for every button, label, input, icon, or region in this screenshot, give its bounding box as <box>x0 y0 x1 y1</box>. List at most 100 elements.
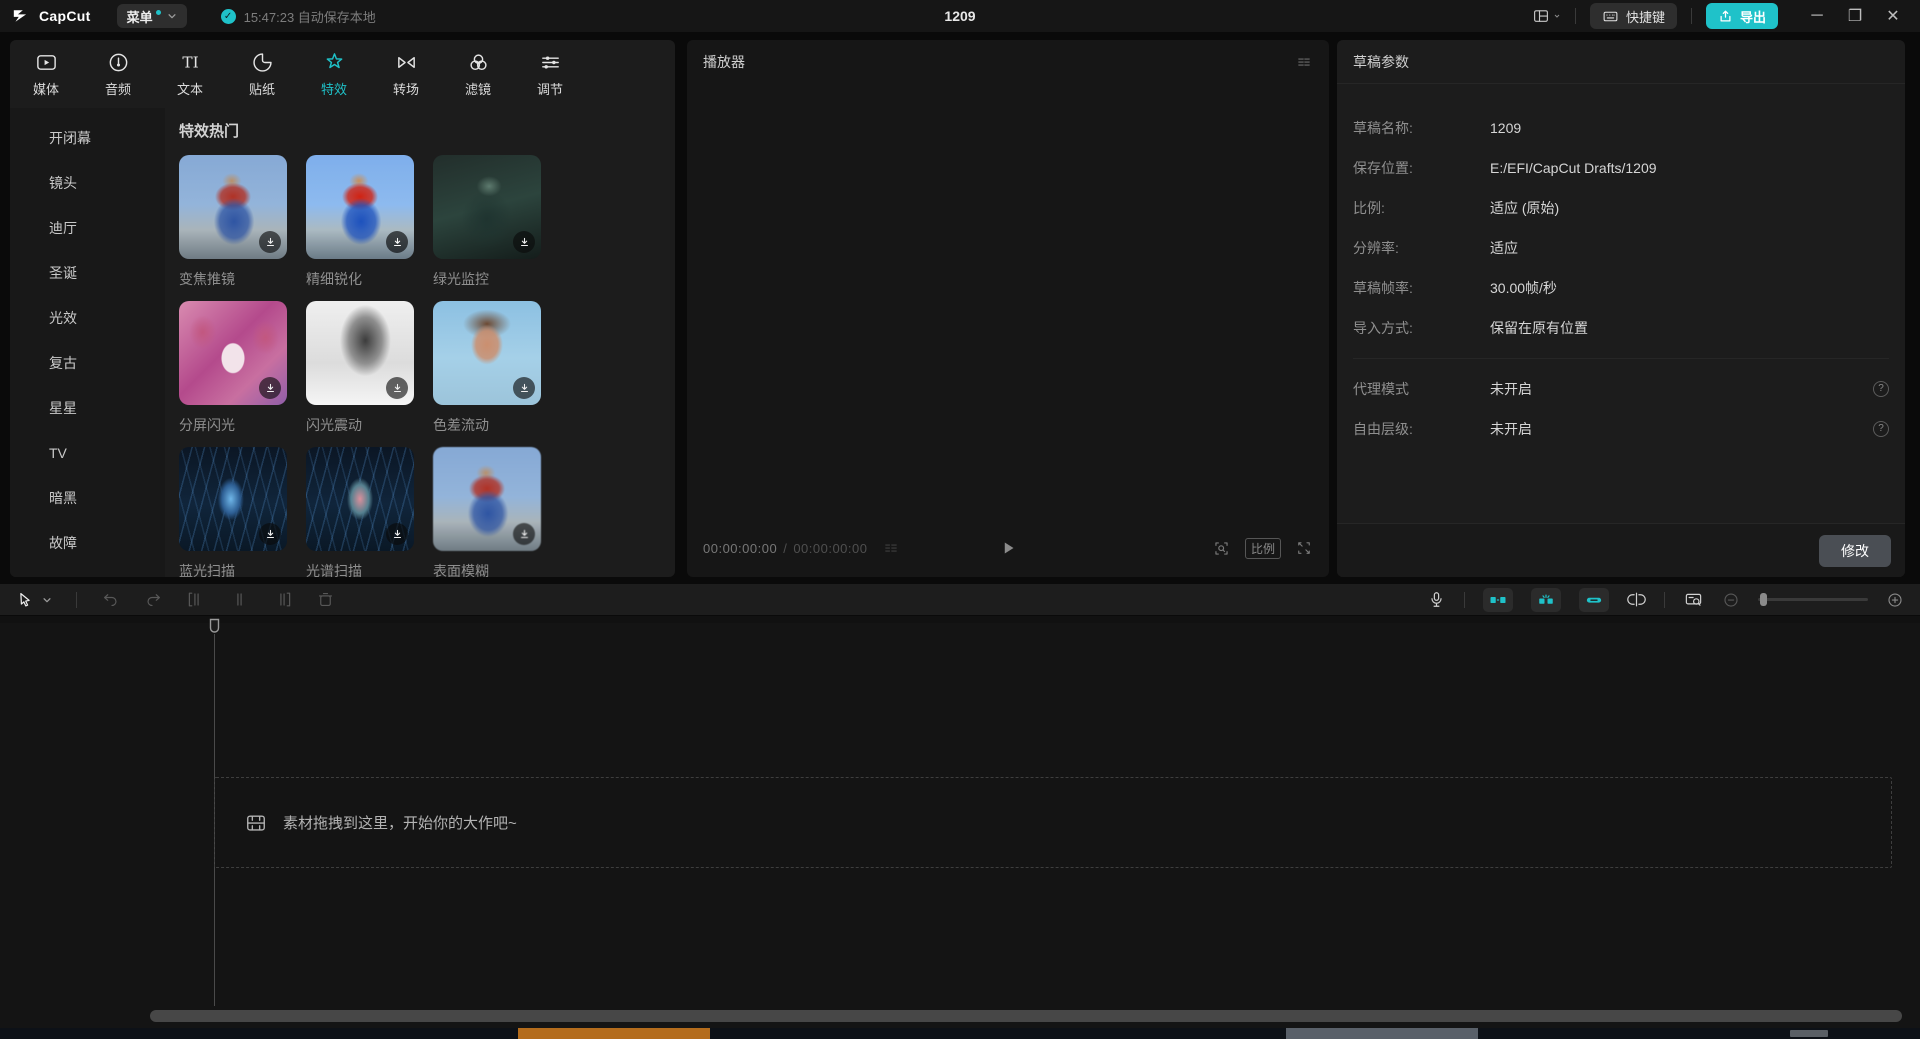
menu-label: 菜单 <box>127 7 153 26</box>
export-button[interactable]: 导出 <box>1706 3 1778 29</box>
mirror-clip-icon[interactable] <box>1627 590 1646 609</box>
shortcut-button[interactable]: 快捷键 <box>1590 3 1677 29</box>
download-icon[interactable] <box>513 377 535 399</box>
tab-transition[interactable]: 转场 <box>374 40 438 108</box>
download-icon[interactable] <box>386 377 408 399</box>
player-controls: 00:00:00:00 / 00:00:00:00 比例 <box>703 535 1313 561</box>
effect-card[interactable]: 精细锐化 <box>306 155 414 301</box>
effect-label: 精细锐化 <box>306 269 414 289</box>
tab-media[interactable]: 媒体 <box>14 40 78 108</box>
redo-button[interactable] <box>144 590 163 609</box>
horizontal-scrollbar[interactable] <box>150 1010 1902 1022</box>
linkage-toggle[interactable] <box>1531 588 1561 612</box>
effect-thumbnail[interactable] <box>433 155 541 259</box>
minimize-button[interactable]: ─ <box>1800 1 1834 31</box>
effect-thumbnail[interactable] <box>433 447 541 551</box>
tab-audio[interactable]: 音频 <box>86 40 150 108</box>
shortcut-label: 快捷键 <box>1626 7 1665 26</box>
effect-thumbnail[interactable] <box>179 447 287 551</box>
download-icon[interactable] <box>259 523 281 545</box>
cursor-mode-chevron-icon[interactable] <box>42 595 52 605</box>
draft-field-row: 保存位置: E:/EFI/CapCut Drafts/1209 <box>1353 148 1889 188</box>
timeline[interactable]: 素材拖拽到这里，开始你的大作吧~ <box>0 616 1920 1028</box>
effect-card[interactable]: 光谱扫描 <box>306 447 414 577</box>
effects-area: 特效热门 变焦推镜 <box>165 108 675 577</box>
keyboard-icon <box>1602 8 1619 25</box>
download-icon[interactable] <box>386 523 408 545</box>
effect-category-item[interactable]: 开闭幕 <box>10 116 165 161</box>
tab-filter[interactable]: 滤镜 <box>446 40 510 108</box>
layout-switch-button[interactable] <box>1532 7 1561 25</box>
effect-category-item[interactable]: 故障 <box>10 521 165 566</box>
download-icon[interactable] <box>259 231 281 253</box>
effect-thumbnail[interactable] <box>306 447 414 551</box>
help-icon[interactable]: ? <box>1873 381 1889 397</box>
delete-button[interactable] <box>316 590 335 609</box>
playhead-marker[interactable] <box>209 618 220 634</box>
effect-category-item[interactable]: 圣诞 <box>10 251 165 296</box>
zoom-slider-handle[interactable] <box>1760 593 1767 606</box>
effect-category-item[interactable]: TV <box>10 431 165 476</box>
effect-category-item[interactable]: 星星 <box>10 386 165 431</box>
autosave-status: ✓ 15:47:23 自动保存本地 <box>221 7 376 26</box>
divider <box>1575 8 1576 24</box>
download-icon[interactable] <box>259 377 281 399</box>
download-icon[interactable] <box>513 231 535 253</box>
frame-list-icon[interactable] <box>882 539 900 557</box>
fullscreen-icon[interactable] <box>1295 539 1313 557</box>
download-icon[interactable] <box>513 523 535 545</box>
tab-sticker[interactable]: 贴纸 <box>230 40 294 108</box>
preview-axis-toggle[interactable] <box>1579 588 1609 612</box>
effect-category-item[interactable]: 迪厅 <box>10 206 165 251</box>
timeline-zoom-slider[interactable] <box>1758 598 1868 601</box>
effect-card[interactable]: 绿光监控 <box>433 155 541 301</box>
effect-category-item[interactable]: 暗黑 <box>10 476 165 521</box>
effect-category-item[interactable]: 复古 <box>10 341 165 386</box>
effect-label: 绿光监控 <box>433 269 541 289</box>
effect-thumbnail[interactable] <box>306 155 414 259</box>
taskbar-app-gray[interactable] <box>1286 1028 1478 1039</box>
effect-card[interactable]: 变焦推镜 <box>179 155 287 301</box>
restore-button[interactable]: ❐ <box>1838 1 1872 31</box>
autosave-check-icon: ✓ <box>221 9 236 24</box>
player-menu-icon[interactable] <box>1295 53 1313 71</box>
close-button[interactable]: ✕ <box>1876 1 1910 31</box>
effect-category-item[interactable]: 光效 <box>10 296 165 341</box>
effect-thumbnail[interactable] <box>179 301 287 405</box>
split-button[interactable] <box>230 590 249 609</box>
transition-icon <box>395 51 418 74</box>
tab-effects[interactable]: 特效 <box>302 40 366 108</box>
ratio-button[interactable]: 比例 <box>1245 538 1281 559</box>
effect-thumbnail[interactable] <box>433 301 541 405</box>
effect-card[interactable]: 表面模糊 <box>433 447 541 577</box>
timeline-fit-icon[interactable] <box>1683 590 1704 609</box>
modify-button[interactable]: 修改 <box>1819 535 1891 567</box>
taskbar-app-orange[interactable] <box>518 1028 710 1039</box>
timeline-ruler[interactable] <box>0 616 1920 623</box>
split-left-button[interactable] <box>187 590 206 609</box>
effect-card[interactable]: 色差流动 <box>433 301 541 447</box>
zoom-out-icon[interactable] <box>1722 591 1740 609</box>
media-dropzone[interactable]: 素材拖拽到这里，开始你的大作吧~ <box>214 777 1892 868</box>
menu-button[interactable]: 菜单 <box>117 4 187 28</box>
effect-thumbnail[interactable] <box>179 155 287 259</box>
effect-thumbnail[interactable] <box>306 301 414 405</box>
play-button[interactable] <box>997 537 1019 559</box>
effect-category-item[interactable]: 镜头 <box>10 161 165 206</box>
select-cursor-button[interactable] <box>16 591 34 609</box>
effect-card[interactable]: 闪光震动 <box>306 301 414 447</box>
split-right-button[interactable] <box>273 590 292 609</box>
tab-text[interactable]: TI 文本 <box>158 40 222 108</box>
effect-card[interactable]: 蓝光扫描 <box>179 447 287 577</box>
effect-category-item[interactable]: 扭曲 <box>10 566 165 577</box>
undo-button[interactable] <box>101 590 120 609</box>
record-audio-button[interactable] <box>1427 590 1446 609</box>
help-icon[interactable]: ? <box>1873 421 1889 437</box>
snap-toggle[interactable] <box>1483 588 1513 612</box>
zoom-in-icon[interactable] <box>1886 591 1904 609</box>
preview-quality-icon[interactable] <box>1212 539 1231 558</box>
field-label: 自由层级: <box>1353 419 1490 439</box>
effect-card[interactable]: 分屏闪光 <box>179 301 287 447</box>
tab-adjust[interactable]: 调节 <box>518 40 582 108</box>
download-icon[interactable] <box>386 231 408 253</box>
